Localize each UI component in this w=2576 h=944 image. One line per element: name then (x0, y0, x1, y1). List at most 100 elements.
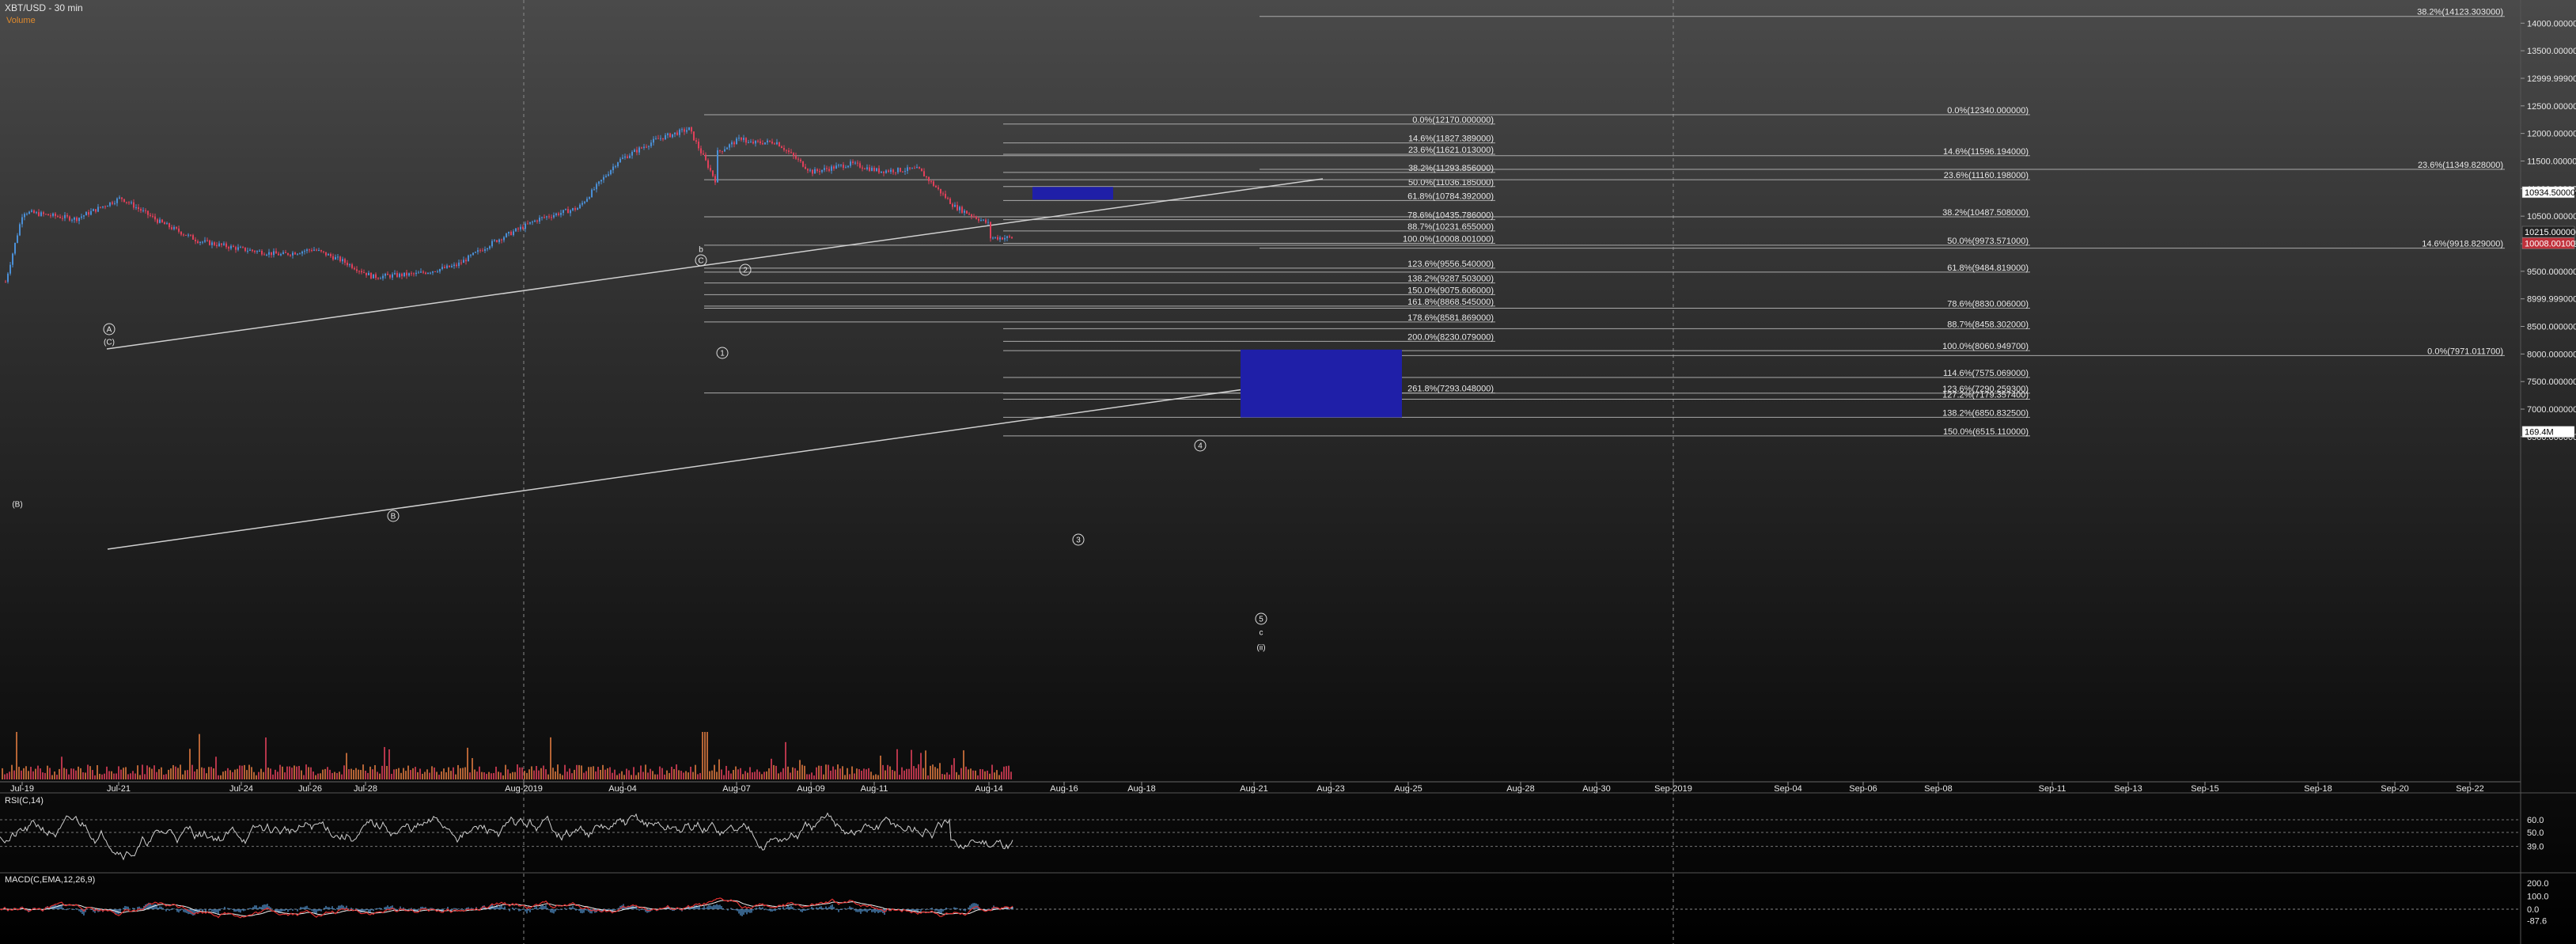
candle-body (847, 165, 849, 168)
volume-bar (282, 766, 283, 779)
volume-bar (885, 770, 886, 779)
candle-body (895, 172, 896, 173)
volume-bar (270, 768, 271, 779)
volume-bar (343, 765, 345, 779)
volume-bar (949, 774, 950, 779)
volume-bar (593, 766, 594, 779)
candle-body (320, 249, 322, 252)
volume-bar (820, 765, 822, 779)
volume-bar (590, 767, 592, 779)
candle-body (812, 169, 813, 174)
macd-tick-label: 200.0 (2527, 879, 2549, 889)
candle-body (451, 266, 453, 267)
candle-body (161, 219, 163, 222)
volume-bar (400, 772, 402, 779)
fib-level-label: 138.2%(9287.503000) (1407, 275, 1494, 284)
fib-level-label: 100.0%(8060.949700) (1942, 342, 2029, 351)
volume-bar (894, 771, 896, 779)
candle-body (107, 206, 108, 207)
volume-bar (260, 768, 262, 779)
volume-bar (521, 767, 523, 779)
candle-body (55, 213, 56, 217)
candle-body (145, 210, 146, 211)
volume-bar (350, 768, 352, 779)
volume-bar (951, 764, 953, 779)
volume-bar (1001, 772, 1002, 779)
candle-body (695, 140, 697, 142)
volume-bar (877, 775, 879, 779)
y-tick-label: 10500.000000 (2527, 212, 2576, 222)
volume-bar (787, 766, 789, 779)
candle-body (567, 209, 569, 214)
volume-bar (35, 768, 36, 779)
volume-bar (578, 764, 580, 779)
candle-body (449, 265, 450, 267)
candle-body (188, 234, 189, 236)
volume-bar (669, 772, 670, 779)
volume-bar (379, 773, 381, 779)
volume-bar (780, 772, 782, 779)
volume-bar (384, 747, 385, 779)
target-box-large (1241, 349, 1402, 418)
volume-bar (358, 769, 359, 779)
volume-bar (861, 771, 862, 779)
volume-bar (782, 768, 784, 779)
volume-bar (733, 770, 734, 779)
candle-body (612, 166, 614, 171)
volume-bar (934, 767, 936, 779)
candle-body (985, 219, 987, 223)
candle-body (648, 146, 650, 147)
volume-bar (842, 766, 843, 779)
volume-bar (778, 773, 779, 779)
x-tick-label: Aug-21 (1240, 784, 1267, 794)
volume-bar (9, 772, 10, 779)
candle-body (339, 256, 341, 262)
candle-body (824, 168, 825, 170)
fib-level-label: 14.6%(9918.829000) (2422, 240, 2503, 249)
candle-body (586, 199, 588, 202)
volume-bar (377, 772, 378, 779)
volume-bar (341, 774, 343, 779)
volume-bar (825, 764, 827, 779)
wave-label: 2 (743, 267, 748, 275)
volume-bar (360, 770, 362, 779)
volume-bar (866, 769, 867, 779)
volume-bar (728, 770, 729, 779)
candle-body (774, 143, 775, 145)
price-chart[interactable]: 17000.00000016500.00000016000.0000001550… (0, 0, 2576, 944)
candle-body (50, 215, 51, 217)
candle-body (793, 153, 794, 156)
volume-bar (241, 765, 243, 779)
volume-bar (120, 769, 122, 779)
volume-bar (49, 768, 51, 779)
candle-body (88, 212, 89, 215)
volume-bar (851, 766, 853, 779)
price-label-text: 169.4M (2525, 428, 2554, 438)
volume-bar (956, 772, 957, 779)
candle-body (627, 156, 628, 158)
volume-bar (180, 764, 181, 779)
volume-bar (996, 770, 998, 779)
x-tick-label: Jul-21 (107, 784, 131, 794)
volume-bar (970, 768, 972, 779)
candle-body (814, 169, 816, 174)
volume-bar (740, 768, 741, 779)
candle-body (354, 267, 355, 270)
volume-bar (441, 771, 442, 779)
candle-body (81, 216, 82, 218)
candle-body (126, 202, 127, 203)
volume-bar (500, 772, 502, 779)
candle-body (980, 219, 982, 221)
candle-body (719, 150, 721, 151)
volume-bar (889, 766, 891, 779)
volume-bar (324, 768, 326, 779)
candle-body (546, 216, 547, 218)
candle-body (225, 243, 227, 248)
y-tick-label: 13500.000000 (2527, 47, 2576, 56)
volume-bar (818, 765, 820, 779)
volume-bar (163, 775, 165, 779)
candle-body (496, 240, 498, 242)
volume-bar (749, 767, 751, 779)
volume-bar (704, 732, 706, 779)
volume-bar (792, 767, 794, 779)
